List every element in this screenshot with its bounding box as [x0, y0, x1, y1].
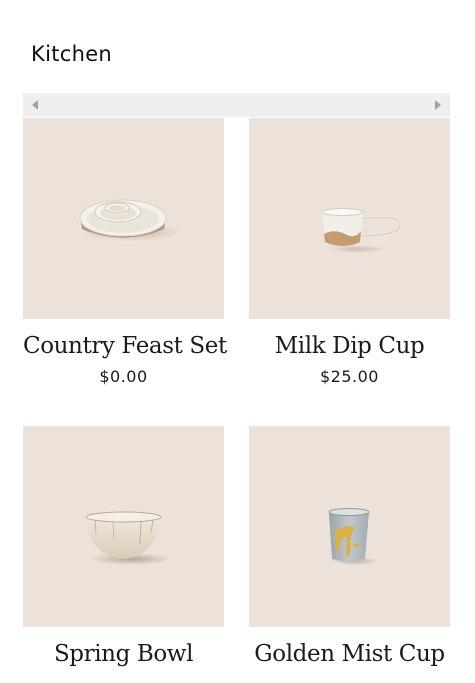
product-image[interactable] — [23, 426, 224, 627]
product-price: $25.00 — [320, 367, 379, 386]
product-name[interactable]: Spring Bowl — [23, 641, 224, 667]
nested-bowls-icon — [79, 199, 181, 241]
product-card-country-feast-set[interactable]: Country Feast Set $0.00 — [23, 118, 227, 386]
page-title: Kitchen — [31, 42, 113, 67]
tumbler-icon — [328, 508, 379, 565]
product-card-golden-mist-cup[interactable]: Golden Mist Cup — [249, 426, 450, 675]
product-card-spring-bowl[interactable]: Spring Bowl — [23, 426, 224, 675]
mug-icon — [321, 208, 402, 253]
product-name[interactable]: Golden Mist Cup — [249, 641, 450, 667]
product-image[interactable] — [249, 426, 450, 627]
scroll-right-arrow-icon[interactable] — [435, 100, 441, 110]
product-image[interactable] — [249, 118, 450, 319]
product-name[interactable]: Country Feast Set — [23, 333, 227, 359]
product-price: $0.00 — [99, 367, 148, 386]
horizontal-scrollbar[interactable] — [23, 93, 450, 117]
product-name[interactable]: Milk Dip Cup — [249, 333, 450, 359]
scroll-left-arrow-icon[interactable] — [32, 100, 38, 110]
product-image[interactable] — [23, 118, 224, 319]
product-card-milk-dip-cup[interactable]: Milk Dip Cup $25.00 — [249, 118, 450, 386]
bowl-icon — [85, 511, 173, 565]
